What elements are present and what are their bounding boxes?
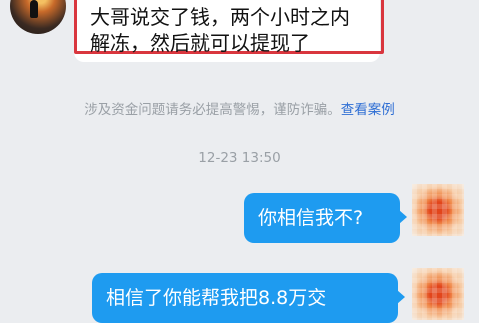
view-cases-link[interactable]: 查看案例 [341,102,395,118]
incoming-message-line-2: 解冻，然后就可以提现了 [90,31,310,55]
outgoing-message-text: 你相信我不? [258,207,364,229]
user-avatar[interactable] [412,184,464,236]
outgoing-message-bubble[interactable]: 相信了你能帮我把8.8万交 [92,273,405,323]
fraud-warning-text: 涉及资金问题请务必提高警惕，谨防诈骗。 [84,102,341,118]
message-timestamp: 12-23 13:50 [198,150,281,166]
incoming-message-text: 大哥说交了钱，两个小时之内 解冻，然后就可以提现了 [90,4,380,56]
incoming-message-line-1: 大哥说交了钱，两个小时之内 [90,5,350,29]
avatar-figure [30,0,38,18]
outgoing-message-bubble[interactable]: 你相信我不? [244,193,407,243]
contact-avatar[interactable] [10,0,66,34]
fraud-warning-notice: 涉及资金问题请务必提高警惕，谨防诈骗。查看案例 [0,98,479,118]
user-avatar[interactable] [412,268,464,320]
outgoing-message-text: 相信了你能帮我把8.8万交 [106,287,327,309]
